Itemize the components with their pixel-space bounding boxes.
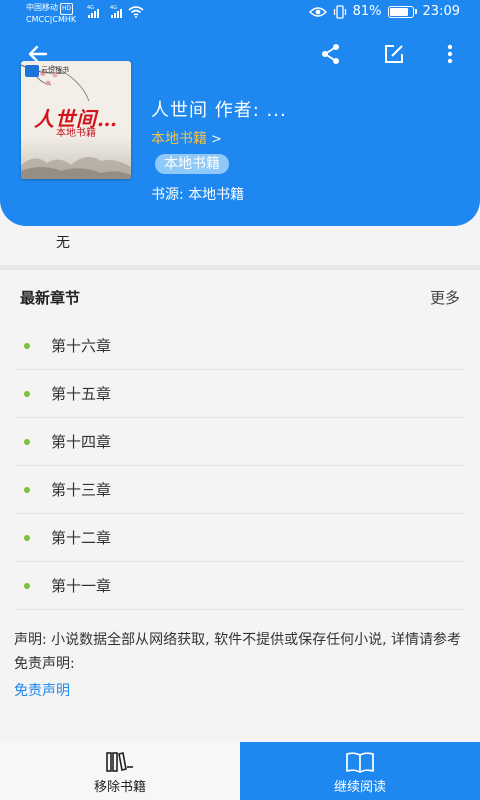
disclaimer-notice: 声明: 小说数据全部从网络获取, 软件不提供或保存任何小说, 详情请参考免责声明… [14,632,461,672]
cover-mountain-illustration [21,156,131,179]
remove-book-label: 移除书籍 [93,780,146,795]
carrier-name-2: CMCC|CMHK [26,15,77,24]
book-cover[interactable]: 云悦搜书 人世间… 本地书籍 [21,61,131,179]
hd-badge: HD [60,3,74,15]
battery-icon [387,5,414,18]
bullet-icon [24,534,30,541]
disclaimer-link[interactable]: 免责声明 [14,680,70,700]
cover-logo-icon [25,65,39,77]
remove-book-button[interactable]: 移除书籍 [0,742,240,800]
chapter-list: 第十六章 第十五章 第十四章 第十三章 第十二章 第十一章 [16,322,464,610]
bottom-action-bar: 移除书籍 继续阅读 [0,742,480,800]
bullet-icon [24,390,30,397]
bullet-icon [24,582,30,589]
more-chapters-button[interactable]: 更多 [430,287,460,308]
list-item[interactable]: 第十三章 [16,466,464,514]
continue-reading-button[interactable]: 继续阅读 [240,742,480,800]
edit-button[interactable] [374,34,414,74]
book-origin-link[interactable]: 本地书籍 > [151,128,222,148]
chapter-label: 第十二章 [51,529,112,547]
wifi-icon [128,6,144,18]
book-tag: 本地书籍 [155,154,229,174]
edit-icon [385,45,403,63]
chevron-right-icon: > [211,132,222,147]
list-item[interactable]: 第十一章 [16,562,464,610]
status-bar: 中国移动 HD CMCC|CMHK 4G 4G 81% 23:09 [0,0,480,30]
chapter-label: 第十一章 [51,577,112,595]
vibrate-icon [333,4,346,19]
bullet-icon [24,486,30,493]
battery-percent: 81% [352,4,382,19]
status-right: 81% 23:09 [308,4,460,19]
carrier-info: 中国移动 HD CMCC|CMHK [26,3,76,25]
more-vertical-icon [447,44,453,64]
latest-chapters-title: 最新章节 [20,289,81,307]
list-item[interactable]: 第十四章 [16,418,464,466]
book-title: 人世间 作者: ... [151,100,287,121]
share-button[interactable] [311,34,351,74]
signal-icon: 4G [87,5,99,18]
chapter-label: 第十六章 [51,337,112,355]
list-item[interactable]: 第十五章 [16,370,464,418]
carrier-name: 中国移动 [26,3,58,12]
chapter-label: 第十三章 [51,481,112,499]
cover-brand: 云悦搜书 [41,66,69,74]
list-item[interactable]: 第十二章 [16,514,464,562]
bullet-icon [24,438,30,445]
list-item[interactable]: 第十六章 [16,322,464,370]
chapter-label: 第十四章 [51,433,112,451]
continue-reading-label: 继续阅读 [333,780,386,795]
eye-icon [308,6,327,17]
open-book-icon [346,752,374,773]
book-origin-label: 本地书籍 [151,131,207,147]
share-icon [322,44,339,64]
section-divider [0,265,480,270]
book-intro: 无 [56,235,70,251]
bookshelf-remove-icon [106,752,133,772]
clock: 23:09 [422,4,460,19]
signal-indicators: 4G 4G [87,5,144,18]
signal-icon: 4G [110,5,122,18]
more-button[interactable] [430,34,470,74]
chapter-label: 第十五章 [51,385,112,403]
bullet-icon [24,342,30,349]
book-source: 书源: 本地书籍 [151,187,245,203]
